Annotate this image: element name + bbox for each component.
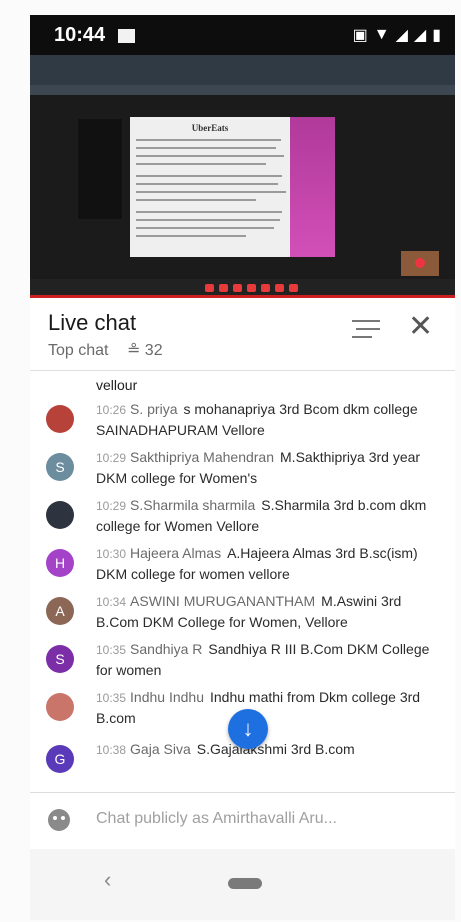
screenshot-frame: 10:44 ▣ ▼ ◢ ◢ ▮ UberEats Live chat Top c… [0, 0, 461, 922]
status-time: 10:44 [54, 24, 106, 46]
avatar[interactable]: S [46, 453, 74, 481]
message-author[interactable]: S. priya [130, 401, 177, 417]
document-line [136, 175, 282, 177]
emoji-icon[interactable] [48, 809, 70, 831]
document-line [136, 235, 246, 237]
home-pill-icon[interactable] [228, 878, 262, 889]
message-body: 10:29 S.Sharmila sharmila S.Sharmila 3rd b… [96, 495, 441, 536]
wifi-icon: ▼ [373, 26, 390, 43]
message-timestamp: 10:34 [96, 595, 127, 609]
message-timestamp: 10:29 [96, 499, 127, 513]
shared-screen-browser-bar [30, 55, 455, 85]
document-line [136, 183, 278, 185]
avatar[interactable]: S [46, 645, 74, 673]
scroll-to-bottom-button[interactable]: ↓ [228, 709, 268, 749]
document-line [136, 199, 256, 201]
document-line [136, 163, 266, 165]
signal-icon: ◢ [395, 27, 408, 44]
document-line [136, 139, 281, 141]
taskbar-app-icon [289, 284, 298, 292]
chat-message[interactable]: H 10:30 Hajeera Almas A.Hajeera Almas 3rd B… [30, 543, 455, 589]
document-line [136, 147, 276, 149]
document-line [136, 227, 274, 229]
avatar[interactable]: A [46, 597, 74, 625]
signal2-icon: ◢ [413, 27, 427, 44]
chat-message[interactable]: 10:26 S. priya s mohanapriya 3rd Bcom dkm … [30, 399, 455, 445]
message-author[interactable]: S.Sharmila sharmila [130, 497, 255, 513]
live-chat-header: Live chat Top chat ≗ 32 ✕ [30, 298, 455, 371]
viewer-count: 32 [144, 342, 163, 359]
filter-icon[interactable] [352, 318, 380, 340]
taskbar-icons [205, 284, 298, 292]
message-body: 10:26 S. priya s mohanapriya 3rd Bcom dkm … [96, 399, 441, 440]
video-player[interactable]: UberEats [30, 55, 455, 298]
message-body: 10:38 Gaja Siva S.Gajalakshmi 3rd B.com [96, 739, 441, 760]
taskbar-app-icon [261, 284, 270, 292]
message-timestamp: 10:26 [96, 403, 127, 417]
avatar[interactable] [46, 405, 74, 433]
message-text: S.Gajalakshmi 3rd B.com [196, 741, 355, 757]
message-author[interactable]: Sakthipriya Mahendran [130, 449, 274, 465]
taskbar-app-icon [219, 284, 228, 292]
message-timestamp: 10:35 [96, 643, 127, 657]
back-icon[interactable]: ‹ [104, 867, 111, 893]
message-body: 10:35 Sandhiya R Sandhiya R III B.Com DKM … [96, 639, 441, 680]
document-line [136, 211, 282, 213]
document-line [136, 155, 284, 157]
phone-screen: 10:44 ▣ ▼ ◢ ◢ ▮ UberEats Live chat Top c… [30, 15, 455, 920]
avatar[interactable] [46, 693, 74, 721]
chat-message[interactable]: S 10:29 Sakthipriya Mahendran M.Sakthipriya… [30, 447, 455, 493]
notification-icon [118, 29, 135, 43]
message-timestamp: 10:38 [96, 743, 127, 757]
message-body: 10:30 Hajeera Almas A.Hajeera Almas 3rd B.… [96, 543, 441, 584]
chat-message[interactable]: S 10:35 Sandhiya R Sandhiya R III B.Com DKM… [30, 639, 455, 685]
message-author[interactable]: Indhu Indhu [130, 689, 204, 705]
taskbar-app-icon [247, 284, 256, 292]
live-chat-title: Live chat [48, 310, 137, 335]
message-timestamp: 10:35 [96, 691, 127, 705]
cast-icon: ▣ [352, 27, 368, 44]
shared-document: UberEats [130, 117, 335, 257]
document-pink-panel [290, 117, 335, 257]
chat-input-placeholder[interactable]: Chat publicly as Amirthavalli Aru... [96, 810, 337, 828]
message-body: 10:29 Sakthipriya Mahendran M.Sakthipriya … [96, 447, 441, 488]
message-author[interactable]: Hajeera Almas [130, 545, 221, 561]
android-nav-bar: ‹ [30, 849, 455, 920]
status-icons: ▣ ▼ ◢ ◢ ▮ [353, 25, 441, 45]
shared-screen-panel [78, 119, 122, 219]
message-author[interactable]: Sandhiya R [130, 641, 202, 657]
document-title: UberEats [191, 123, 229, 133]
message-author[interactable]: Gaja Siva [130, 741, 191, 757]
shared-screen-bookmarks [30, 85, 455, 95]
taskbar-app-icon [233, 284, 242, 292]
chat-mode-label: Top chat [48, 342, 109, 359]
taskbar-app-icon [205, 284, 214, 292]
avatar[interactable]: G [46, 745, 74, 773]
document-line [136, 219, 280, 221]
chat-mode-selector[interactable]: Top chat ≗ 32 [48, 340, 163, 360]
battery-icon: ▮ [432, 27, 441, 44]
message-author[interactable]: ASWINI MURUGANANTHAM [130, 593, 315, 609]
close-icon[interactable]: ✕ [408, 312, 433, 342]
chat-message[interactable]: A 10:34 ASWINI MURUGANANTHAM M.Aswini 3rd B… [30, 591, 455, 637]
status-bar: 10:44 ▣ ▼ ◢ ◢ ▮ [30, 15, 455, 55]
message-body: 10:35 Indhu Indhu Indhu mathi from Dkm col… [96, 687, 441, 728]
taskbar-app-icon [275, 284, 284, 292]
message-fragment: vellour [96, 377, 138, 393]
document-line [136, 191, 286, 193]
person-icon: ≗ [126, 342, 141, 359]
message-timestamp: 10:29 [96, 451, 127, 465]
record-icon [415, 258, 425, 268]
chat-input-bar[interactable]: Chat publicly as Amirthavalli Aru... [30, 792, 455, 849]
message-body: 10:34 ASWINI MURUGANANTHAM M.Aswini 3rd B.… [96, 591, 441, 632]
chat-message[interactable]: 10:29 S.Sharmila sharmila S.Sharmila 3rd b… [30, 495, 455, 541]
message-timestamp: 10:30 [96, 547, 127, 561]
avatar[interactable] [46, 501, 74, 529]
avatar[interactable]: H [46, 549, 74, 577]
